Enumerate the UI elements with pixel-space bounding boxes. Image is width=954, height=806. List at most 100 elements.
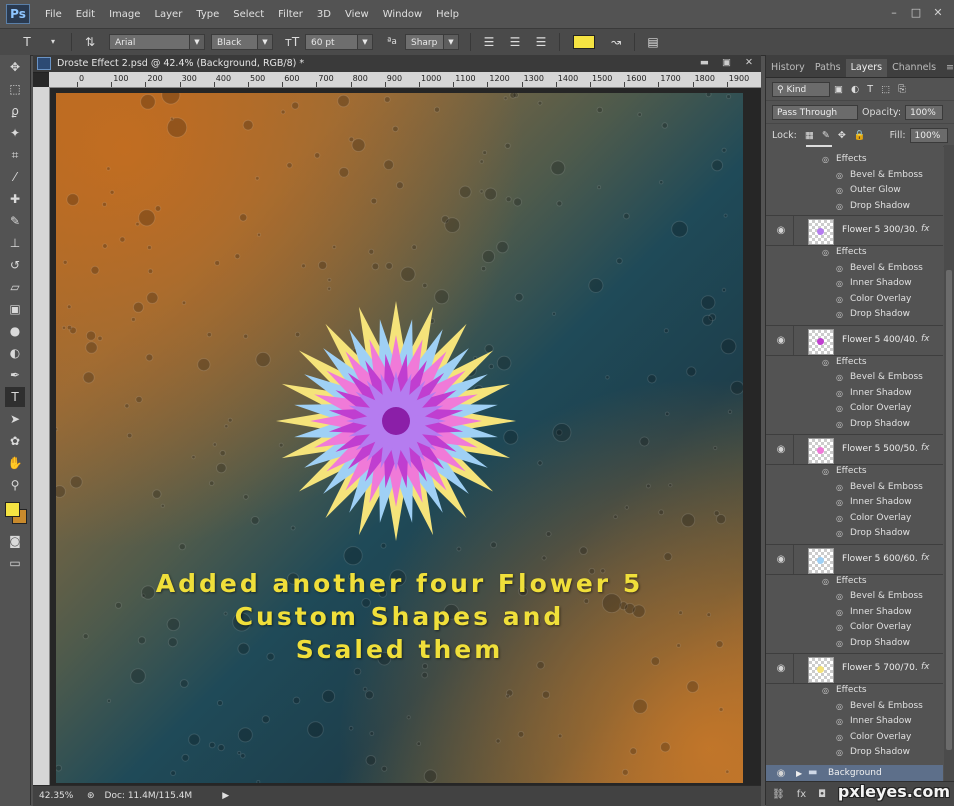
close-icon[interactable]: ✕ bbox=[930, 6, 946, 20]
menu-window[interactable]: Window bbox=[383, 9, 422, 20]
menu-view[interactable]: View bbox=[345, 9, 369, 20]
effect-row[interactable]: ◎ Inner Shadow bbox=[766, 715, 943, 731]
screen-mode-icon[interactable]: ▭ bbox=[5, 553, 25, 573]
layer-row[interactable]: ◉ Flower 5 600/60... fx bbox=[766, 543, 943, 575]
add-mask-icon[interactable]: ◘ bbox=[818, 789, 826, 800]
menu-help[interactable]: Help bbox=[436, 9, 459, 20]
scroll-thumb[interactable] bbox=[946, 270, 952, 750]
effect-row[interactable]: ◎ Drop Shadow bbox=[766, 418, 943, 434]
document-tab[interactable]: Droste Effect 2.psd @ 42.4% (Background,… bbox=[33, 55, 761, 73]
crop-tool-icon[interactable]: ⌗ bbox=[5, 145, 25, 165]
visibility-column[interactable]: ◉ bbox=[766, 216, 794, 245]
effect-visibility-icon[interactable]: ◎ bbox=[836, 639, 846, 649]
eye-icon[interactable]: ◉ bbox=[775, 225, 787, 237]
effect-visibility-icon[interactable]: ◎ bbox=[822, 467, 832, 477]
fill-field[interactable]: 100% bbox=[909, 127, 948, 143]
doc-close-icon[interactable]: ✕ bbox=[745, 57, 753, 68]
shape-tool-icon[interactable]: ✿ bbox=[5, 431, 25, 451]
minimize-icon[interactable]: – bbox=[886, 6, 902, 20]
doc-minimize-icon[interactable]: ▬ bbox=[700, 57, 709, 68]
filter-kind-select[interactable]: ⚲ Kind bbox=[772, 81, 830, 97]
align-center-icon[interactable]: ☰ bbox=[506, 33, 524, 51]
character-panel-icon[interactable]: ▤ bbox=[644, 33, 662, 51]
effect-row[interactable]: ◎ Bevel & Emboss bbox=[766, 169, 943, 185]
effect-row[interactable]: ◎ Drop Shadow bbox=[766, 308, 943, 324]
history-brush-tool-icon[interactable]: ↺ bbox=[5, 255, 25, 275]
effect-row[interactable]: ◎ Inner Shadow bbox=[766, 387, 943, 403]
effect-visibility-icon[interactable]: ◎ bbox=[836, 310, 846, 320]
effect-visibility-icon[interactable]: ◎ bbox=[836, 171, 846, 181]
effect-row[interactable]: ◎ Color Overlay bbox=[766, 293, 943, 309]
eye-icon[interactable]: ◉ bbox=[775, 335, 787, 347]
effect-row[interactable]: ◎ Effects bbox=[766, 356, 943, 372]
effect-row[interactable]: ◎ Drop Shadow bbox=[766, 746, 943, 762]
effect-visibility-icon[interactable]: ◎ bbox=[836, 592, 846, 602]
font-style-select[interactable]: Black ▼ bbox=[211, 34, 273, 50]
lock-image-icon[interactable]: ✎ bbox=[822, 130, 830, 141]
visibility-column[interactable]: ◉ bbox=[766, 325, 794, 355]
effect-row[interactable]: ◎ Color Overlay bbox=[766, 621, 943, 637]
zoom-level[interactable]: 42.35% bbox=[33, 791, 79, 801]
antialias-select[interactable]: Sharp ▼ bbox=[405, 34, 459, 50]
brush-tool-icon[interactable]: ✎ bbox=[5, 211, 25, 231]
effect-visibility-icon[interactable]: ◎ bbox=[836, 420, 846, 430]
eraser-tool-icon[interactable]: ▱ bbox=[5, 277, 25, 297]
magic-wand-tool-icon[interactable]: ✦ bbox=[5, 123, 25, 143]
tool-preset-dropdown-icon[interactable]: ▾ bbox=[44, 33, 62, 51]
tab-history[interactable]: History bbox=[766, 59, 810, 77]
effect-row[interactable]: ◎ Drop Shadow bbox=[766, 527, 943, 543]
eye-icon[interactable]: ◉ bbox=[775, 444, 787, 456]
effect-row[interactable]: ◎ Bevel & Emboss bbox=[766, 700, 943, 716]
visibility-column[interactable]: ◉ bbox=[766, 544, 794, 574]
canvas-area[interactable]: Added another four Flower 5 Custom Shape… bbox=[50, 88, 761, 785]
effect-row[interactable]: ◎ Effects bbox=[766, 684, 943, 700]
warp-text-icon[interactable]: ↝ bbox=[607, 33, 625, 51]
link-layers-icon[interactable]: ⛓ bbox=[772, 789, 785, 800]
path-selection-tool-icon[interactable]: ➤ bbox=[5, 409, 25, 429]
layer-effects-icon[interactable]: fx bbox=[921, 553, 930, 563]
blend-mode-select[interactable]: Pass Through bbox=[772, 104, 858, 120]
type-tool-icon[interactable]: T bbox=[18, 33, 36, 51]
menu-layer[interactable]: Layer bbox=[154, 9, 182, 20]
effect-visibility-icon[interactable]: ◎ bbox=[836, 202, 846, 212]
effect-row[interactable]: ◎ Bevel & Emboss bbox=[766, 481, 943, 497]
text-color-swatch[interactable] bbox=[573, 35, 595, 49]
effect-row[interactable]: ◎ Effects bbox=[766, 246, 943, 262]
filter-pixel-icon[interactable]: ▣ bbox=[834, 84, 843, 95]
gradient-tool-icon[interactable]: ▣ bbox=[5, 299, 25, 319]
quick-mask-icon[interactable]: ◙ bbox=[5, 531, 25, 551]
pen-tool-icon[interactable]: ✒ bbox=[5, 365, 25, 385]
effect-visibility-icon[interactable]: ◎ bbox=[836, 514, 846, 524]
eye-icon[interactable]: ◉ bbox=[775, 768, 787, 780]
effect-row[interactable]: ◎ Drop Shadow bbox=[766, 200, 943, 216]
layer-row-background[interactable]: ◉ ▶ ▬ Background bbox=[766, 764, 943, 781]
tab-paths[interactable]: Paths bbox=[810, 59, 846, 77]
filter-adjust-icon[interactable]: ◐ bbox=[851, 84, 859, 95]
effect-visibility-icon[interactable]: ◎ bbox=[836, 373, 846, 383]
effect-row[interactable]: ◎ Inner Shadow bbox=[766, 606, 943, 622]
effect-visibility-icon[interactable]: ◎ bbox=[836, 404, 846, 414]
horizontal-ruler[interactable]: 0 100 200 300 400 500 600 700 800 900 1000 1100 1200… bbox=[49, 72, 761, 88]
dodge-tool-icon[interactable]: ◐ bbox=[5, 343, 25, 363]
filter-type-icon[interactable]: T bbox=[867, 84, 873, 95]
toggle-orientation-icon[interactable]: ⇅ bbox=[81, 33, 99, 51]
eyedropper-tool-icon[interactable]: ⁄ bbox=[5, 167, 25, 187]
effect-row[interactable]: ◎ Drop Shadow bbox=[766, 637, 943, 653]
effect-row[interactable]: ◎ Color Overlay bbox=[766, 512, 943, 528]
opacity-field[interactable]: 100% bbox=[905, 104, 944, 120]
layers-scrollbar[interactable] bbox=[944, 145, 954, 781]
blur-tool-icon[interactable]: ● bbox=[5, 321, 25, 341]
font-size-select[interactable]: 60 pt ▼ bbox=[305, 34, 373, 50]
layer-effects-icon[interactable]: fx bbox=[921, 224, 930, 234]
effect-row[interactable]: ◎ Effects bbox=[766, 575, 943, 591]
tab-layers[interactable]: Layers bbox=[845, 59, 888, 77]
share-icon[interactable]: ⊛ bbox=[87, 791, 95, 801]
effect-visibility-icon[interactable]: ◎ bbox=[836, 295, 846, 305]
effect-visibility-icon[interactable]: ◎ bbox=[836, 608, 846, 618]
layer-row[interactable]: ◉ Flower 5 500/50... fx bbox=[766, 434, 943, 465]
align-left-icon[interactable]: ☰ bbox=[480, 33, 498, 51]
marquee-tool-icon[interactable]: ⬚ bbox=[5, 79, 25, 99]
layers-list[interactable]: ◎ Effects ◎ Bevel & Emboss ◎ Outer Glow ◎ Drop … bbox=[766, 145, 943, 781]
effect-visibility-icon[interactable]: ◎ bbox=[836, 717, 846, 727]
effect-row[interactable]: ◎ Color Overlay bbox=[766, 731, 943, 747]
